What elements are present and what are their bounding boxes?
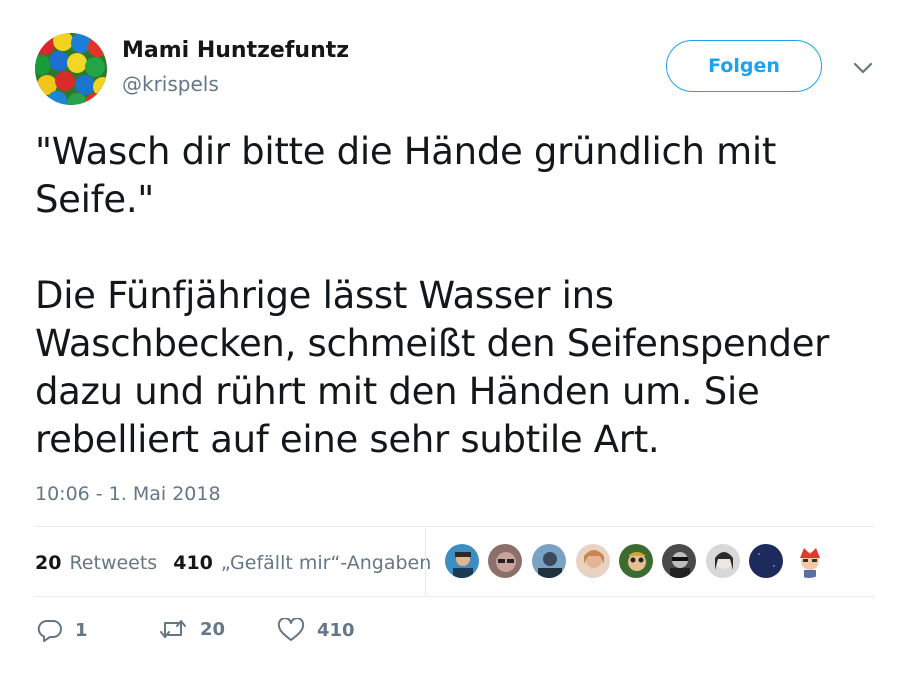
chevron-down-icon (853, 62, 873, 74)
liker-avatar-6-icon[interactable] (661, 543, 697, 579)
author-avatar[interactable] (35, 33, 107, 105)
likes-stat[interactable]: 410 „Gefällt mir“-Angaben (173, 552, 431, 574)
likes-count: 410 (173, 552, 213, 574)
reply-button[interactable]: 1 (37, 618, 88, 642)
follow-button[interactable]: Folgen (666, 40, 822, 92)
liker-avatar-1-icon[interactable] (444, 543, 480, 579)
tweet-paragraph-story: Die Fünfjährige lässt Wasser ins Waschbe… (35, 274, 830, 461)
retweet-button[interactable]: 20 (158, 618, 225, 640)
author-handle[interactable]: @krispels (122, 72, 219, 96)
reply-count: 1 (75, 619, 88, 641)
liker-avatar-5-icon[interactable] (618, 543, 654, 579)
tweet-stats: 20 Retweets 410 „Gefällt mir“-Angaben (35, 548, 431, 578)
liker-avatar-9-icon[interactable] (791, 543, 827, 579)
reply-icon (37, 619, 62, 642)
divider-bottom (35, 596, 875, 597)
tweet-text: "Wasch dir bitte die Hände gründlich mit… (35, 128, 865, 464)
author-display-name[interactable]: Mami Huntzefuntz (122, 38, 349, 63)
heart-icon (277, 618, 305, 641)
liker-avatar-8-icon[interactable] (748, 543, 784, 579)
like-button[interactable]: 410 (277, 618, 355, 642)
tweet-timestamp[interactable]: 10:06 - 1. Mai 2018 (35, 483, 221, 505)
colorful-ball-pit-avatar-icon (35, 33, 107, 105)
retweets-count: 20 (35, 552, 62, 574)
retweets-label: Retweets (69, 552, 158, 574)
like-count: 410 (317, 619, 355, 641)
liker-avatar-2-icon[interactable] (487, 543, 523, 579)
liker-avatar-7-icon[interactable] (705, 543, 741, 579)
likes-label: „Gefällt mir“-Angaben (220, 552, 432, 574)
liker-avatar-3-icon[interactable] (531, 543, 567, 579)
retweets-stat[interactable]: 20 Retweets (35, 552, 157, 574)
retweet-icon (160, 620, 186, 638)
retweet-count: 20 (200, 618, 226, 640)
divider-top (35, 526, 875, 527)
liker-avatar-4-icon[interactable] (575, 543, 611, 579)
more-options-button[interactable] (850, 58, 876, 78)
tweet-paragraph-quote: "Wasch dir bitte die Hände gründlich mit… (35, 130, 777, 221)
stats-divider (425, 528, 426, 596)
